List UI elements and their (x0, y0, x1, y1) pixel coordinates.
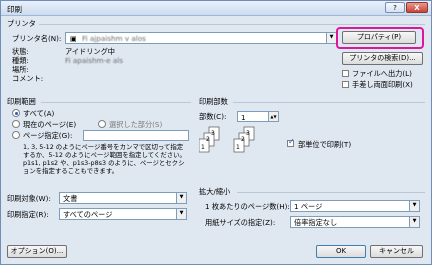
range-pages-radio[interactable] (12, 131, 20, 139)
copies-count-input[interactable]: 1 ▲▼ (237, 111, 279, 122)
manual-duplex-label: 手差し両面印刷(X) (352, 80, 413, 89)
svg-text:3: 3 (246, 130, 250, 137)
collate-label: 部単位で印刷(T) (298, 140, 352, 149)
chevron-down-icon[interactable]: ▼ (176, 209, 186, 219)
range-group-label: 印刷範囲 (7, 97, 36, 106)
ok-button[interactable]: OK (316, 245, 366, 258)
print-dialog: 印刷 ? X プリンタ プリンタ名(N): ▣ Fi ajpaishm v al… (0, 0, 432, 265)
printer-name-select[interactable]: ▣ Fi ajpaishm v alos ▼ (65, 32, 337, 44)
print-target-label: 印刷対象(W): (7, 194, 51, 203)
comment-label: コメント: (12, 74, 44, 83)
copies-group-label: 印刷部数 (199, 97, 228, 106)
zoom-group-divider (237, 192, 425, 193)
printer-group-label: プリンタ (7, 19, 36, 28)
range-all-label: すべて(A) (23, 109, 55, 118)
copies-count-label: 部数(C): (199, 112, 227, 121)
options-button[interactable]: オプション(O)... (7, 245, 67, 258)
pages-per-sheet-value: 1 ページ (294, 202, 323, 211)
print-spec-select[interactable]: すべてのページ ▼ (59, 208, 187, 220)
window-title: 印刷 (7, 5, 22, 14)
paper-size-select[interactable]: 倍率指定なし ▼ (290, 216, 420, 228)
find-printer-button[interactable]: プリンタの検索(D)... (342, 52, 423, 65)
close-button[interactable]: X (406, 2, 428, 13)
paper-size-label: 用紙サイズの指定(Z): (205, 218, 276, 227)
print-target-value: 文書 (63, 194, 78, 203)
range-group-divider (41, 102, 191, 103)
manual-duplex-checkbox[interactable] (342, 81, 349, 88)
chevron-down-icon[interactable]: ▼ (409, 217, 419, 227)
chevron-down-icon[interactable]: ▼ (176, 193, 186, 203)
copies-group-divider (233, 102, 425, 103)
copies-count-value: 1 (241, 113, 246, 122)
range-selection-label: 選択した部分(S) (109, 120, 163, 129)
range-hint-text: 1, 3, 5-12 のようにページ番号をカンマで区切って指定するか、5-12 … (23, 143, 186, 175)
print-spec-value: すべてのページ (63, 210, 113, 219)
collate-pages-icon: 321 321 (199, 126, 255, 153)
range-current-radio[interactable] (12, 120, 20, 128)
chevron-down-icon[interactable]: ▼ (409, 201, 419, 211)
svg-text:1: 1 (201, 144, 205, 151)
printer-icon: ▣ (70, 34, 77, 43)
print-target-select[interactable]: 文書 ▼ (59, 192, 187, 204)
paper-size-value: 倍率指定なし (294, 218, 338, 227)
pages-per-sheet-label: 1 枚あたりのページ数(H): (205, 202, 290, 211)
range-pages-label: ページ指定(G): (23, 131, 73, 140)
svg-text:2: 2 (241, 136, 245, 143)
range-pages-input[interactable] (83, 130, 189, 141)
type-value: Fi apaishm-e als (65, 56, 124, 65)
svg-text:2: 2 (206, 136, 210, 143)
zoom-group-label: 拡大/縮小 (199, 187, 231, 196)
printer-name-label: プリンタ名(N): (12, 34, 62, 43)
range-selection-radio[interactable] (98, 120, 106, 128)
print-to-file-label: ファイルへ出力(L) (352, 69, 412, 78)
pages-per-sheet-select[interactable]: 1 ページ ▼ (290, 200, 420, 212)
range-all-radio[interactable] (12, 109, 20, 117)
svg-text:3: 3 (211, 130, 215, 137)
print-spec-label: 印刷指定(R): (7, 210, 49, 219)
checkmark-icon: ✓ (288, 137, 295, 146)
range-current-label: 現在のページ(E) (23, 120, 77, 129)
print-to-file-checkbox[interactable] (342, 70, 349, 77)
title-bar[interactable]: 印刷 ? X (1, 1, 431, 16)
printer-group-divider (39, 24, 425, 25)
cancel-button[interactable]: キャンセル (370, 245, 423, 258)
chevron-down-icon[interactable]: ▼ (326, 33, 336, 43)
properties-highlight (336, 27, 424, 49)
help-button[interactable]: ? (385, 2, 405, 13)
svg-text:1: 1 (236, 144, 240, 151)
printer-name-value: Fi ajpaishm v alos (82, 34, 146, 43)
spinner-icon[interactable]: ▲▼ (268, 112, 278, 121)
